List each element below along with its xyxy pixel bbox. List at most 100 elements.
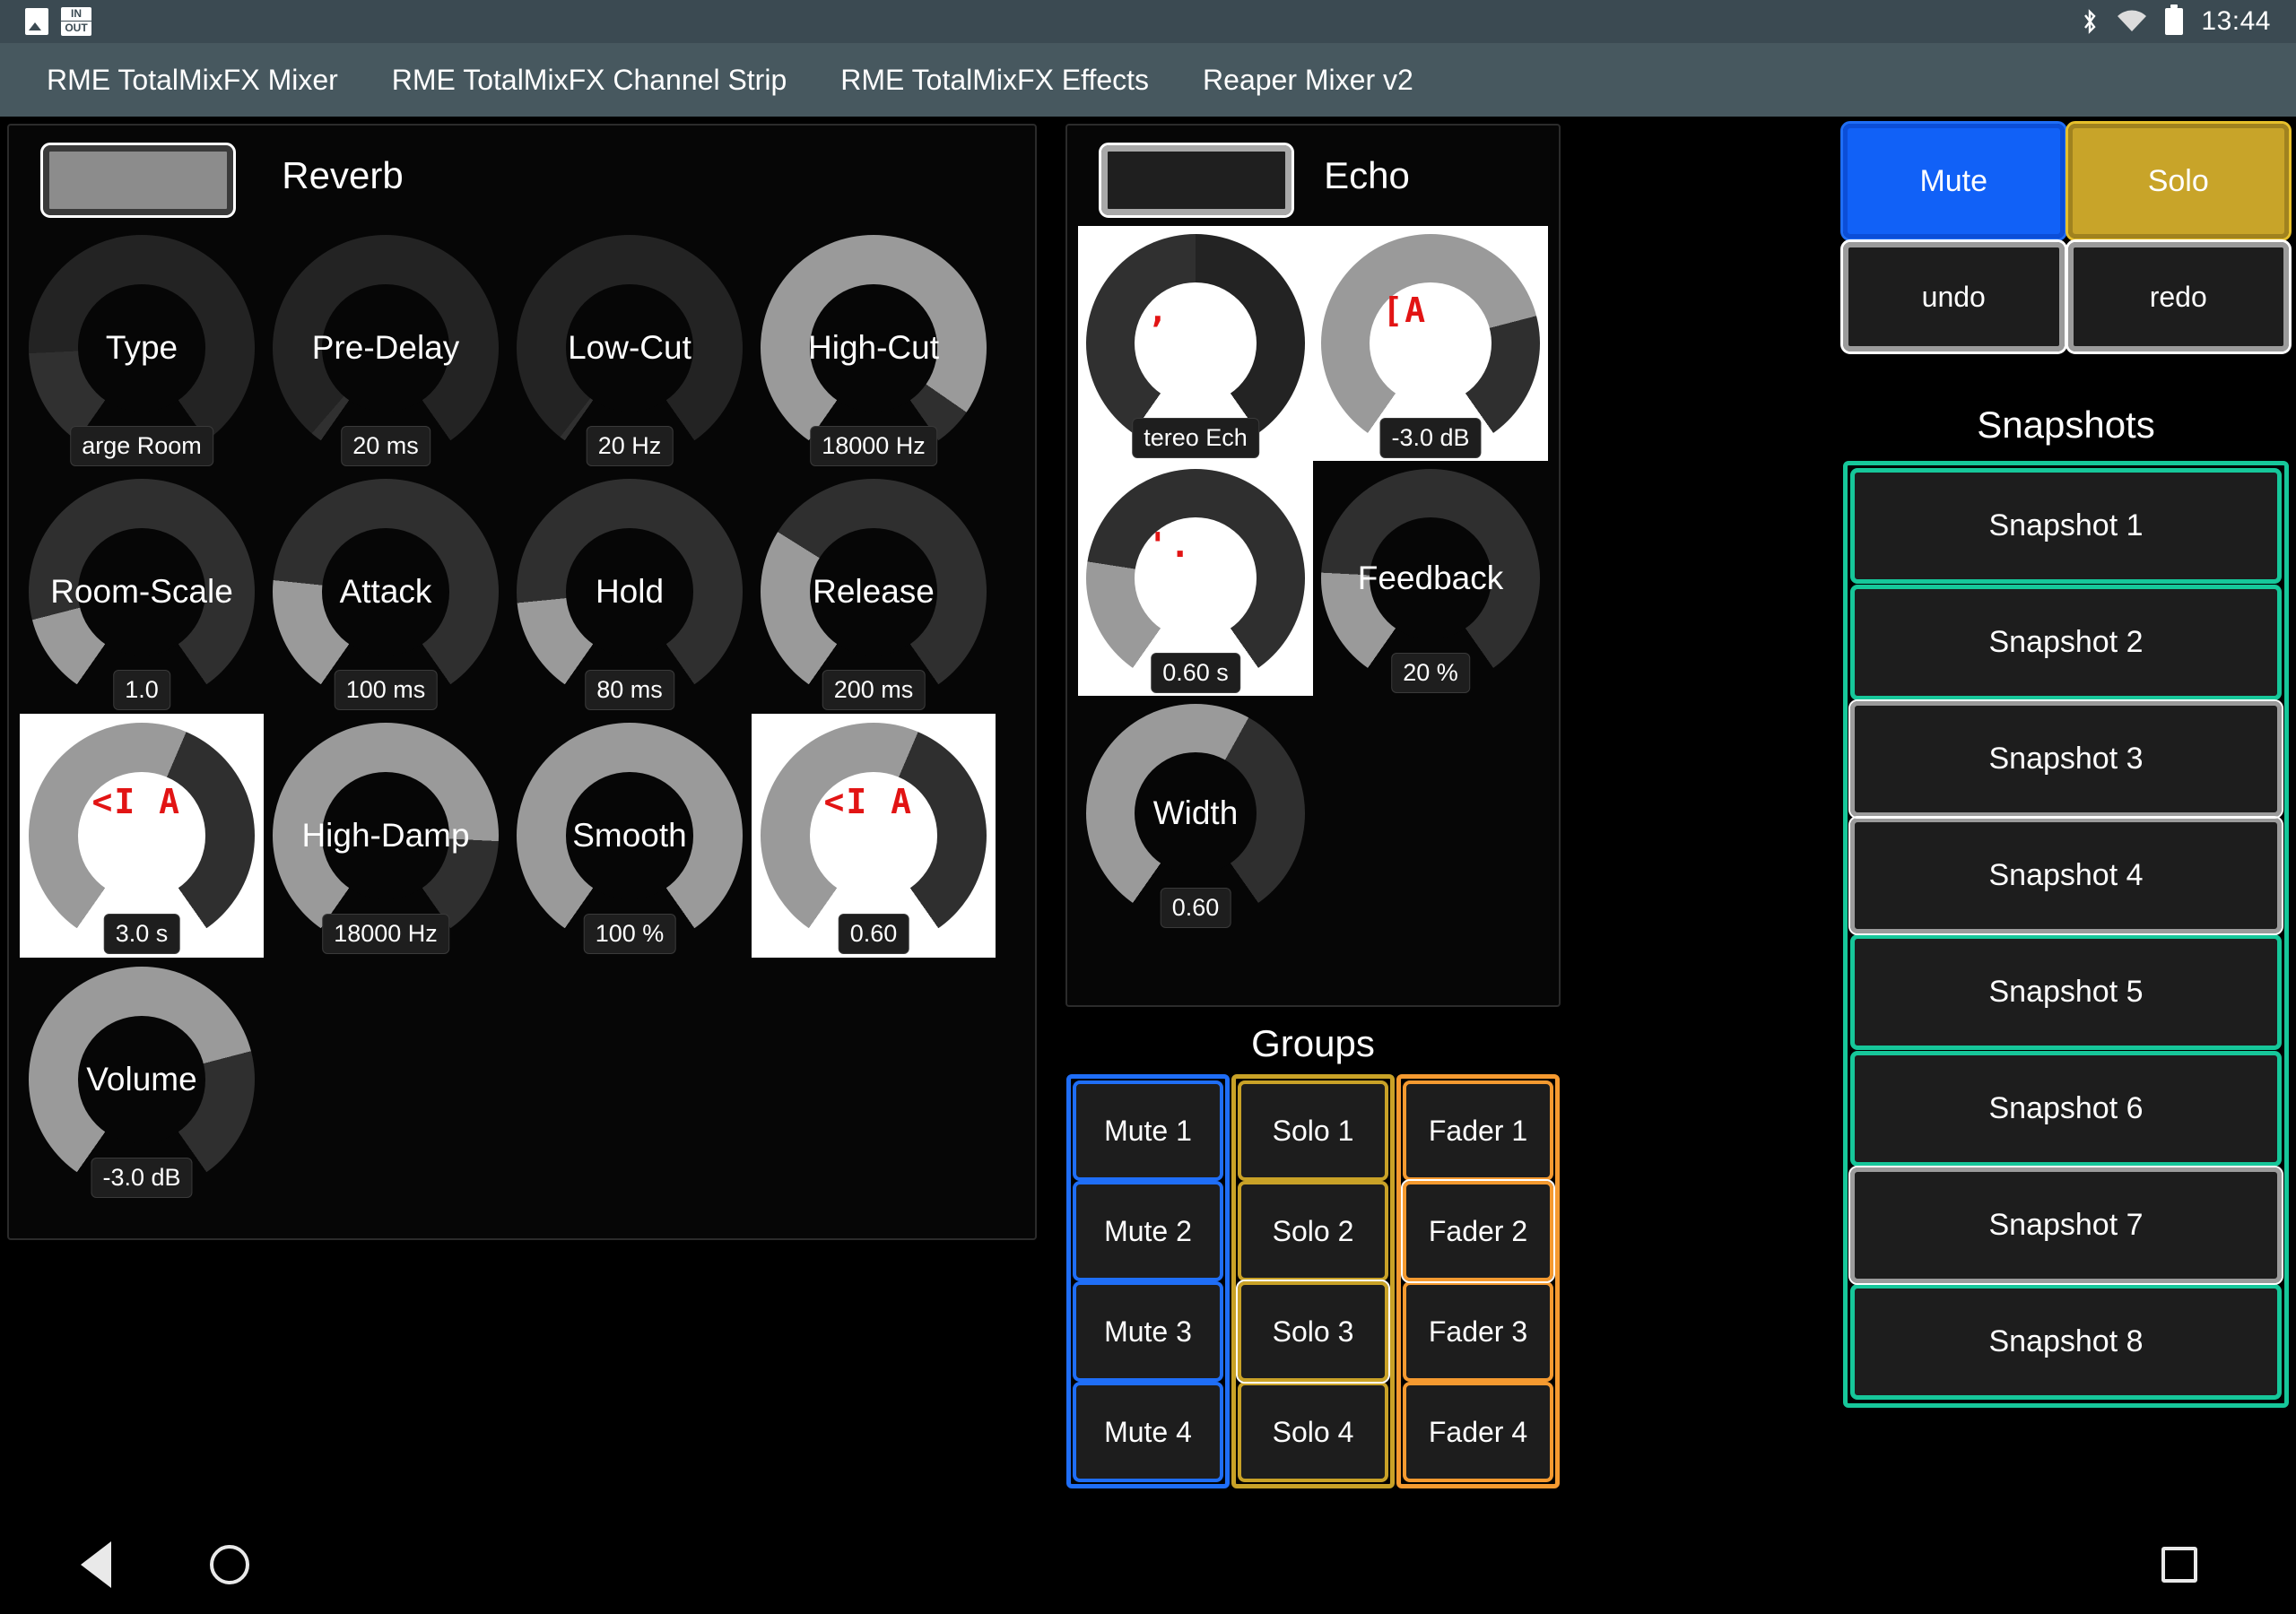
knob-dial[interactable]: [A -3.0 dB xyxy=(1321,234,1540,458)
knob-echo-knob-1[interactable]: [A -3.0 dB xyxy=(1313,226,1548,461)
knob-dial[interactable]: Type arge Room xyxy=(29,235,255,466)
group-button-mute-3[interactable]: Mute 3 xyxy=(1073,1281,1223,1382)
knob-attack[interactable]: Attack 100 ms xyxy=(264,470,508,714)
knob-dial[interactable]: Attack 100 ms xyxy=(273,479,499,710)
redo-button[interactable]: redo xyxy=(2065,239,2292,354)
knob-dial[interactable]: High-Damp 18000 Hz xyxy=(273,723,499,954)
echo-header: Echo xyxy=(1067,126,1559,226)
snapshot-button-snapshot-8[interactable]: Snapshot 8 xyxy=(1850,1284,2282,1400)
knob-dial[interactable]: Release 200 ms xyxy=(761,479,987,710)
knob-dial[interactable]: Room-Scale 1.0 xyxy=(29,479,255,710)
home-icon[interactable] xyxy=(210,1545,249,1584)
group-button-solo-4[interactable]: Solo 4 xyxy=(1238,1382,1388,1482)
knob-value: tereo Ech xyxy=(1132,418,1259,458)
knob-re-me[interactable]: <I A Re me 3.0 s xyxy=(20,714,264,958)
knob-volume[interactable]: Volume -3.0 dB xyxy=(20,958,264,1202)
knob-room-scale[interactable]: Room-Scale 1.0 xyxy=(20,470,264,714)
master-solo-button[interactable]: Solo xyxy=(2065,121,2292,241)
knob-pre-delay[interactable]: Pre-Delay 20 ms xyxy=(264,226,508,470)
snapshot-button-snapshot-5[interactable]: Snapshot 5 xyxy=(1850,934,2282,1050)
knob-dial[interactable]: <I A 0.60 xyxy=(761,723,987,954)
knob-value: 18000 Hz xyxy=(322,914,449,954)
undo-button[interactable]: undo xyxy=(1840,239,2067,354)
render-artifact-glyphs: , xyxy=(1147,291,1170,331)
group-button-mute-1[interactable]: Mute 1 xyxy=(1073,1080,1223,1181)
status-bar: IN OUT 13:44 xyxy=(0,0,2296,43)
knob-smooth[interactable]: Smooth 100 % xyxy=(508,714,752,958)
work-area: Reverb Type arge Room Pre-Delay 20 ms Low-Cu… xyxy=(0,117,2296,1515)
snapshots-title: Snapshots xyxy=(1977,404,2155,446)
recents-icon[interactable] xyxy=(2161,1547,2197,1583)
knob-reverb-knob-11[interactable]: <I A 0.60 xyxy=(752,714,996,958)
knob-width[interactable]: Width 0.60 xyxy=(1078,696,1313,931)
knob-dial[interactable]: Pre-Delay 20 ms xyxy=(273,235,499,466)
status-bar-right: 13:44 xyxy=(2081,4,2271,37)
tab-rme-effects[interactable]: RME TotalMixFX Effects xyxy=(813,43,1176,117)
knob-high-damp[interactable]: High-Damp 18000 Hz xyxy=(264,714,508,958)
knob-dial[interactable]: <I A Re me 3.0 s xyxy=(29,723,255,954)
tab-reaper-mixer-v2[interactable]: Reaper Mixer v2 xyxy=(1176,43,1440,117)
group-button-solo-1[interactable]: Solo 1 xyxy=(1238,1080,1388,1181)
knob-value: 20 Hz xyxy=(586,426,674,466)
reverb-title: Reverb xyxy=(282,154,404,196)
knob-release[interactable]: Release 200 ms xyxy=(752,470,996,714)
snapshot-button-snapshot-1[interactable]: Snapshot 1 xyxy=(1850,468,2282,584)
wifi-icon xyxy=(2117,10,2147,33)
echo-knob-grid: , tereo Ech [A -3.0 dB '. De ne 0.60 s Feedback… xyxy=(1078,226,1548,931)
group-button-fader-4[interactable]: Fader 4 xyxy=(1403,1382,1553,1482)
reverb-header: Reverb xyxy=(9,126,1035,226)
knob-dial[interactable]: Width 0.60 xyxy=(1086,704,1305,928)
out-label: OUT xyxy=(61,21,91,35)
knob-dial[interactable]: Smooth 100 % xyxy=(517,723,743,954)
knob-hub xyxy=(810,528,937,655)
tab-rme-mixer[interactable]: RME TotalMixFX Mixer xyxy=(20,43,365,117)
knob-type[interactable]: Type arge Room xyxy=(20,226,264,470)
group-button-solo-2[interactable]: Solo 2 xyxy=(1238,1181,1388,1281)
knob-dial[interactable]: Hold 80 ms xyxy=(517,479,743,710)
knob-hub xyxy=(78,284,205,412)
group-button-fader-3[interactable]: Fader 3 xyxy=(1403,1281,1553,1382)
knob-feedback[interactable]: Feedback 20 % xyxy=(1313,461,1548,696)
bluetooth-icon xyxy=(2081,8,2099,35)
knob-hold[interactable]: Hold 80 ms xyxy=(508,470,752,714)
knob-high-cut[interactable]: High-Cut 18000 Hz xyxy=(752,226,996,470)
knob-hub xyxy=(322,772,449,899)
tab-rme-channel-strip[interactable]: RME TotalMixFX Channel Strip xyxy=(365,43,813,117)
group-button-solo-3[interactable]: Solo 3 xyxy=(1236,1280,1390,1384)
knob-value: 200 ms xyxy=(822,670,926,710)
knob-dial[interactable]: Feedback 20 % xyxy=(1321,469,1540,693)
master-mute-button[interactable]: Mute xyxy=(1840,121,2067,241)
knob-value: 0.60 xyxy=(1160,888,1231,928)
group-button-fader-2[interactable]: Fader 2 xyxy=(1401,1179,1555,1283)
android-nav-bar xyxy=(0,1515,2296,1614)
group-button-mute-2[interactable]: Mute 2 xyxy=(1073,1181,1223,1281)
snapshot-button-snapshot-7[interactable]: Snapshot 7 xyxy=(1848,1166,2283,1285)
knob-value: 1.0 xyxy=(113,670,170,710)
knob-dial[interactable]: Low-Cut 20 Hz xyxy=(517,235,743,466)
knob-dial[interactable]: High-Cut 18000 Hz xyxy=(761,235,987,466)
gallery-icon xyxy=(25,8,48,35)
snapshot-button-snapshot-6[interactable]: Snapshot 6 xyxy=(1850,1051,2282,1167)
group-button-mute-4[interactable]: Mute 4 xyxy=(1073,1382,1223,1482)
echo-panel: Echo , tereo Ech [A -3.0 dB '. De ne 0.60 s Fee… xyxy=(1065,124,1561,1007)
snapshot-button-snapshot-4[interactable]: Snapshot 4 xyxy=(1848,816,2283,935)
battery-icon xyxy=(2165,4,2184,35)
group-button-fader-1[interactable]: Fader 1 xyxy=(1403,1080,1553,1181)
groups-columns: Mute 1 Mute 2 Mute 3 Mute 4 Solo 1 Solo 2 Solo… xyxy=(1065,1074,1561,1488)
knob-value: 20 % xyxy=(1391,653,1470,693)
snapshot-button-snapshot-3[interactable]: Snapshot 3 xyxy=(1848,699,2283,819)
status-bar-left: IN OUT xyxy=(25,7,91,36)
knob-de-ne[interactable]: '. De ne 0.60 s xyxy=(1078,461,1313,696)
knob-low-cut[interactable]: Low-Cut 20 Hz xyxy=(508,226,752,470)
back-icon[interactable] xyxy=(81,1541,111,1588)
knob-value: 18000 Hz xyxy=(810,426,937,466)
render-artifact-glyphs: <I A xyxy=(823,781,914,821)
knob-dial[interactable]: , tereo Ech xyxy=(1086,234,1305,458)
knob-dial[interactable]: '. De ne 0.60 s xyxy=(1086,469,1305,693)
in-label: IN xyxy=(71,7,82,20)
group-column-mute: Mute 1 Mute 2 Mute 3 Mute 4 xyxy=(1066,1074,1230,1488)
knob-dial[interactable]: Volume -3.0 dB xyxy=(29,967,255,1198)
snapshot-button-snapshot-2[interactable]: Snapshot 2 xyxy=(1850,585,2282,700)
knob-echo-knob-0[interactable]: , tereo Ech xyxy=(1078,226,1313,461)
group-column-solo: Solo 1 Solo 2 Solo 3 Solo 4 xyxy=(1231,1074,1395,1488)
